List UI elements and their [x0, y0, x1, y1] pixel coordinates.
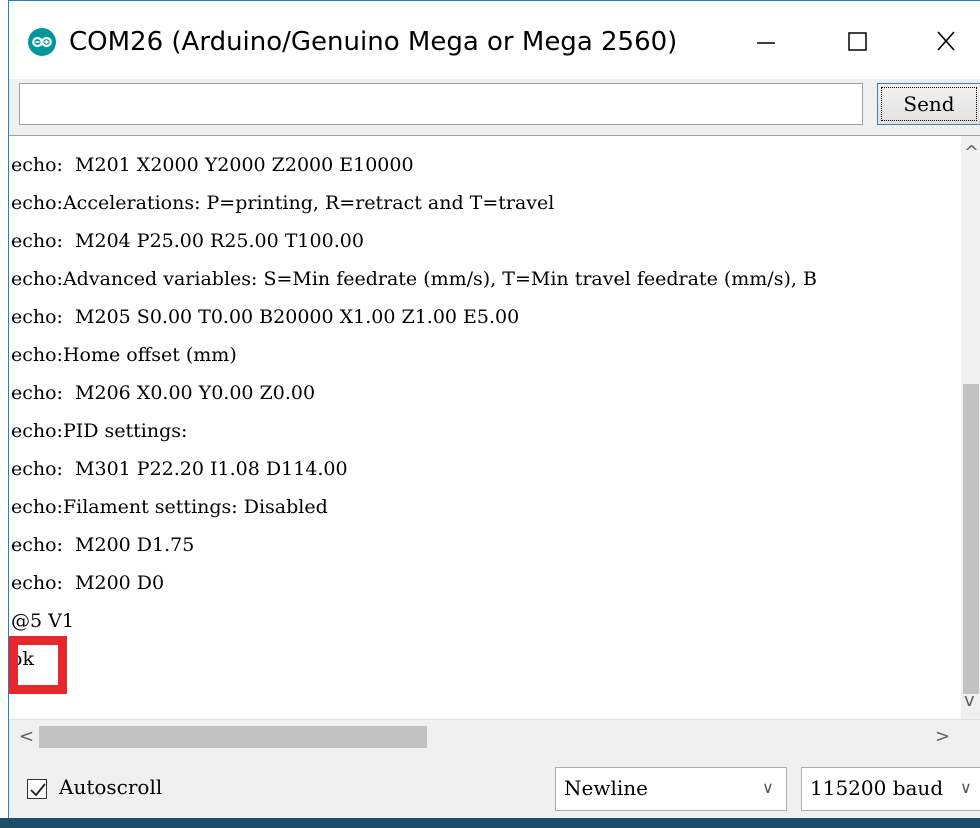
scroll-down-icon[interactable]: v: [964, 690, 975, 711]
horizontal-scrollbar[interactable]: < >: [9, 719, 980, 754]
baud-rate-select[interactable]: 115200 baud ∨: [801, 767, 980, 811]
serial-monitor-window: COM26 (Arduino/Genuino Mega or Mega 2560…: [8, 0, 980, 819]
title-bar[interactable]: COM26 (Arduino/Genuino Mega or Mega 2560…: [9, 1, 980, 79]
autoscroll-label: Autoscroll: [59, 775, 163, 799]
send-button[interactable]: Send: [877, 83, 980, 125]
output-line: echo:PID settings:: [11, 420, 188, 442]
output-line: echo:Home offset (mm): [11, 344, 237, 366]
scroll-right-icon[interactable]: >: [935, 726, 950, 747]
output-line: @5 V1: [11, 610, 74, 632]
close-icon: [937, 31, 955, 51]
taskbar-edge: [0, 818, 980, 828]
output-line: echo: M201 X2000 Y2000 Z2000 E10000: [11, 154, 414, 176]
window-title: COM26 (Arduino/Genuino Mega or Mega 2560…: [69, 27, 678, 57]
baud-rate-value: 115200 baud: [810, 776, 944, 800]
scroll-up-icon[interactable]: ^: [964, 142, 979, 163]
maximize-button[interactable]: [827, 19, 887, 63]
output-line: echo: M301 P22.20 I1.08 D114.00: [11, 458, 348, 480]
ok-highlight-box: [9, 636, 67, 694]
output-line: echo: M205 S0.00 T0.00 B20000 X1.00 Z1.0…: [11, 306, 520, 328]
maximize-icon: [848, 32, 867, 51]
output-line: echo:Advanced variables: S=Min feedrate …: [11, 268, 817, 290]
vertical-scroll-thumb[interactable]: [963, 384, 979, 694]
output-line: echo: M200 D1.75: [11, 534, 195, 556]
chevron-down-icon: ∨: [762, 778, 774, 797]
checkmark-icon: [30, 783, 46, 797]
output-line: echo: M206 X0.00 Y0.00 Z0.00: [11, 382, 316, 404]
scroll-left-icon[interactable]: <: [19, 726, 34, 747]
line-ending-select[interactable]: Newline ∨: [555, 767, 787, 811]
output-line: echo: M204 P25.00 R25.00 T100.00: [11, 230, 364, 252]
output-line: echo:Accelerations: P=printing, R=retrac…: [11, 192, 555, 214]
arduino-logo-icon: [28, 28, 56, 56]
output-line: echo: M200 D0: [11, 572, 165, 594]
serial-output[interactable]: echo: M201 X2000 Y2000 Z2000 E10000 echo:…: [9, 135, 980, 720]
status-bar: Autoscroll Newline ∨ 115200 baud ∨: [9, 753, 980, 819]
minimize-icon: [757, 42, 775, 44]
send-row: Send: [9, 79, 980, 135]
close-button[interactable]: [915, 19, 975, 63]
minimize-button[interactable]: [735, 19, 795, 63]
line-ending-value: Newline: [564, 776, 648, 800]
vertical-scrollbar[interactable]: ^ v: [961, 136, 980, 720]
horizontal-scroll-thumb[interactable]: [39, 726, 427, 748]
autoscroll-checkbox[interactable]: [27, 779, 47, 799]
output-line: echo:Filament settings: Disabled: [11, 496, 328, 518]
chevron-down-icon: ∨: [960, 778, 972, 797]
serial-input[interactable]: [19, 83, 863, 125]
